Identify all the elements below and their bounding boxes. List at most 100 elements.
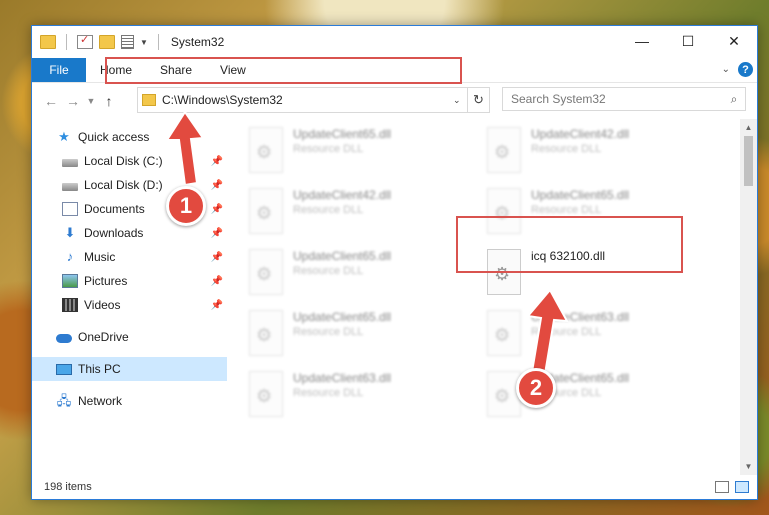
large-icons-view-icon[interactable] bbox=[735, 481, 749, 493]
file-name: UpdateClient42.dll bbox=[293, 188, 392, 202]
file-type: Resource DLL bbox=[293, 326, 364, 338]
scrollbar-thumb[interactable] bbox=[744, 136, 753, 186]
file-item[interactable]: ⚙ UpdateClient65.dll Resource DLL bbox=[249, 245, 487, 306]
search-input[interactable]: Search System32 ⌕ bbox=[502, 87, 746, 111]
file-item[interactable]: ⚙ UpdateClient63.dll Resource DLL bbox=[487, 306, 725, 367]
pin-icon[interactable]: 📌 bbox=[211, 204, 223, 215]
dll-file-icon: ⚙ bbox=[487, 249, 521, 295]
file-type: Resource DLL bbox=[293, 143, 364, 155]
details-view-icon[interactable] bbox=[715, 481, 729, 493]
scroll-up-arrow-icon[interactable]: ▲ bbox=[740, 119, 757, 136]
sidebar-item-label: Pictures bbox=[84, 274, 128, 288]
sidebar-item-label: Music bbox=[84, 250, 116, 264]
window-title: System32 bbox=[170, 35, 225, 49]
address-bar[interactable]: C:\Windows\System32 ⌄ ↻ bbox=[137, 87, 490, 113]
gear-icon: ⚙ bbox=[256, 325, 273, 345]
search-placeholder[interactable]: Search System32 bbox=[511, 92, 723, 106]
file-item-icq-dll[interactable]: ⚙ icq 632100.dll bbox=[487, 245, 725, 306]
tab-view[interactable]: View bbox=[206, 58, 260, 82]
gear-icon: ⚙ bbox=[494, 203, 511, 223]
pin-icon[interactable]: 📌 bbox=[211, 180, 223, 191]
sidebar-item-label: Documents bbox=[84, 202, 145, 216]
music-icon: ♪ bbox=[66, 249, 74, 264]
folder-icon[interactable] bbox=[40, 35, 56, 49]
file-name: UpdateClient63.dll bbox=[531, 310, 630, 324]
back-arrow-icon[interactable]: ← bbox=[40, 93, 62, 109]
pin-icon[interactable]: 📌 bbox=[211, 276, 223, 287]
help-icon[interactable]: ? bbox=[738, 62, 753, 77]
sidebar-item-pictures[interactable]: Pictures 📌 bbox=[32, 269, 227, 293]
disk-icon bbox=[62, 182, 78, 191]
pin-icon[interactable]: 📌 bbox=[211, 228, 223, 239]
sidebar-item-local-disk-c[interactable]: Local Disk (C:) 📌 bbox=[32, 149, 227, 173]
sidebar-item-label: This PC bbox=[78, 362, 121, 376]
tab-home[interactable]: Home bbox=[86, 58, 146, 82]
file-name: UpdateClient65.dll bbox=[293, 127, 392, 141]
file-item[interactable]: ⚙ UpdateClient42.dll Resource DLL bbox=[487, 123, 725, 184]
file-item[interactable]: ⚙ UpdateClient65.dll Resource DLL bbox=[487, 184, 725, 245]
item-count: 198 items bbox=[44, 481, 92, 493]
file-item[interactable]: ⚙ UpdateClient63.dll Resource DLL bbox=[249, 367, 487, 428]
properties-icon[interactable] bbox=[77, 33, 93, 49]
gear-icon: ⚙ bbox=[494, 264, 511, 284]
vertical-scrollbar[interactable]: ▲ ▼ bbox=[740, 119, 757, 475]
toolbar-divider bbox=[157, 34, 159, 50]
toolbar-divider bbox=[66, 34, 67, 50]
address-dropdown-chevron-icon[interactable]: ⌄ bbox=[453, 95, 467, 106]
file-item[interactable]: ⚙ UpdateClient65.dll Resource DLL bbox=[249, 306, 487, 367]
status-bar: 198 items bbox=[32, 475, 757, 499]
gear-icon: ⚙ bbox=[256, 142, 273, 162]
sidebar-item-this-pc[interactable]: This PC bbox=[32, 357, 227, 381]
new-folder-icon[interactable] bbox=[99, 35, 115, 49]
pin-icon[interactable]: 📌 bbox=[211, 156, 223, 167]
tab-file[interactable]: File bbox=[32, 58, 86, 82]
up-arrow-icon[interactable]: ↑ bbox=[98, 93, 120, 109]
navigation-pane: ★ Quick access Local Disk (C:) 📌 Local D… bbox=[32, 119, 227, 475]
gear-icon: ⚙ bbox=[256, 264, 273, 284]
sidebar-item-videos[interactable]: Videos 📌 bbox=[32, 293, 227, 317]
sidebar-item-label: Network bbox=[78, 394, 123, 408]
address-path[interactable]: C:\Windows\System32 bbox=[162, 93, 453, 107]
file-type: Resource DLL bbox=[531, 143, 602, 155]
file-name: icq 632100.dll bbox=[531, 249, 606, 263]
expand-ribbon-chevron-icon[interactable]: ⌄ bbox=[722, 64, 730, 75]
sidebar-item-onedrive[interactable]: OneDrive bbox=[32, 325, 227, 349]
search-icon[interactable]: ⌕ bbox=[723, 92, 745, 107]
maximize-button[interactable]: ☐ bbox=[665, 26, 711, 56]
pin-icon[interactable]: 📌 bbox=[211, 300, 223, 311]
view-options-icon[interactable] bbox=[121, 35, 134, 49]
tab-share[interactable]: Share bbox=[146, 58, 206, 82]
gear-icon: ⚙ bbox=[256, 386, 273, 406]
minimize-button[interactable]: — bbox=[619, 26, 665, 56]
sidebar-item-label: Downloads bbox=[84, 226, 144, 240]
scroll-down-arrow-icon[interactable]: ▼ bbox=[740, 458, 757, 475]
sidebar-item-downloads[interactable]: ⬇ Downloads 📌 bbox=[32, 221, 227, 245]
downloads-icon: ⬇ bbox=[64, 225, 76, 240]
recent-locations-chevron-icon[interactable]: ▼ bbox=[84, 96, 98, 106]
file-item[interactable]: ⚙ UpdateClient65.dll Resource DLL bbox=[249, 123, 487, 184]
callout-badge-1: 1 bbox=[166, 186, 206, 226]
dll-file-icon: ⚙ bbox=[249, 371, 283, 417]
sidebar-item-network[interactable]: 🖧 Network bbox=[32, 389, 227, 413]
gear-icon: ⚙ bbox=[494, 325, 511, 345]
folder-icon bbox=[142, 94, 156, 106]
dll-file-icon: ⚙ bbox=[249, 127, 283, 173]
file-name: UpdateClient65.dll bbox=[531, 188, 630, 202]
refresh-icon[interactable]: ↻ bbox=[467, 88, 489, 112]
gear-icon: ⚙ bbox=[256, 203, 273, 223]
quick-access-toolbar: ▼ bbox=[40, 33, 163, 50]
sidebar-item-music[interactable]: ♪ Music 📌 bbox=[32, 245, 227, 269]
close-button[interactable]: ✕ bbox=[711, 26, 757, 56]
customize-toolbar-chevron-icon[interactable]: ▼ bbox=[140, 38, 148, 47]
file-type: Resource DLL bbox=[293, 387, 364, 399]
explorer-window: ▼ System32 — ☐ ✕ File Home Share View ⌄ … bbox=[31, 25, 758, 500]
star-icon: ★ bbox=[58, 129, 70, 144]
file-name: UpdateClient42.dll bbox=[531, 127, 630, 141]
sidebar-item-label: Local Disk (C:) bbox=[84, 154, 163, 168]
pin-icon[interactable]: 📌 bbox=[211, 252, 223, 263]
sidebar-item-quick-access[interactable]: ★ Quick access bbox=[32, 125, 227, 149]
dll-file-icon: ⚙ bbox=[487, 310, 521, 356]
forward-arrow-icon[interactable]: → bbox=[62, 93, 84, 109]
file-item[interactable]: ⚙ UpdateClient42.dll Resource DLL bbox=[249, 184, 487, 245]
sidebar-item-label: Videos bbox=[84, 298, 121, 312]
